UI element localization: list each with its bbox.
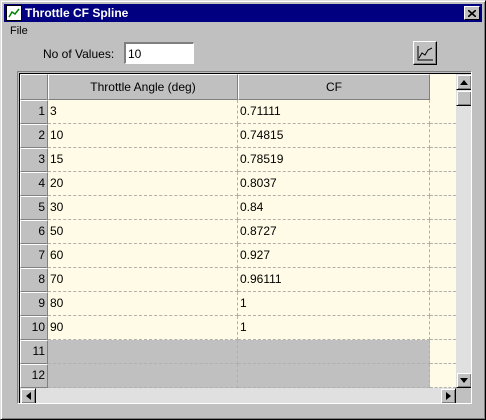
cell-blank xyxy=(430,316,456,340)
chart-button[interactable] xyxy=(413,41,437,65)
cell-cf[interactable]: 0.96111 xyxy=(238,268,430,292)
cell-throttle-angle[interactable] xyxy=(48,340,238,364)
row-header[interactable]: 7 xyxy=(20,244,48,268)
grid-corner[interactable] xyxy=(20,74,48,100)
column-header-cf[interactable]: CF xyxy=(238,74,430,100)
grid-body: Throttle Angle (deg) CF 1 3 0.71111 2 10 0.74… xyxy=(19,73,471,403)
no-of-values-label: No of Values: xyxy=(43,47,115,61)
cell-blank xyxy=(430,244,456,268)
window-title: Throttle CF Spline xyxy=(25,6,129,20)
close-button[interactable] xyxy=(464,6,480,20)
cell-throttle-angle[interactable] xyxy=(48,364,238,388)
row-header[interactable]: 2 xyxy=(20,124,48,148)
cell-blank xyxy=(430,196,456,220)
no-of-values-input[interactable]: 10 xyxy=(124,42,194,64)
cell-blank xyxy=(430,292,456,316)
scrollbar-corner xyxy=(456,388,471,403)
horizontal-scrollbar[interactable] xyxy=(20,388,456,403)
arrow-up-icon xyxy=(460,79,468,85)
cell-cf[interactable]: 1 xyxy=(238,316,430,340)
arrow-left-icon xyxy=(25,392,31,400)
cell-cf[interactable]: 0.8037 xyxy=(238,172,430,196)
row-header[interactable]: 11 xyxy=(20,340,48,364)
cell-throttle-angle[interactable]: 30 xyxy=(48,196,238,220)
scroll-left-button[interactable] xyxy=(20,388,36,403)
row-header[interactable]: 3 xyxy=(20,148,48,172)
row-header[interactable]: 9 xyxy=(20,292,48,316)
title-bar[interactable]: Throttle CF Spline xyxy=(4,4,482,22)
row-header[interactable]: 5 xyxy=(20,196,48,220)
cell-blank xyxy=(430,148,456,172)
cell-blank xyxy=(430,364,456,388)
scroll-up-button[interactable] xyxy=(456,74,471,90)
cell-blank xyxy=(430,100,456,124)
cell-blank xyxy=(430,268,456,292)
scroll-down-button[interactable] xyxy=(456,372,471,388)
row-header[interactable]: 10 xyxy=(20,316,48,340)
cell-blank xyxy=(430,220,456,244)
column-header-blank xyxy=(430,74,456,100)
cell-throttle-angle[interactable]: 90 xyxy=(48,316,238,340)
cell-throttle-angle[interactable]: 80 xyxy=(48,292,238,316)
row-header[interactable]: 6 xyxy=(20,220,48,244)
column-header-throttle-angle[interactable]: Throttle Angle (deg) xyxy=(48,74,238,100)
row-header[interactable]: 4 xyxy=(20,172,48,196)
arrow-down-icon xyxy=(460,377,468,383)
scroll-right-button[interactable] xyxy=(440,388,456,403)
menu-file[interactable]: File xyxy=(10,25,28,37)
cell-cf[interactable] xyxy=(238,364,430,388)
cell-throttle-angle[interactable]: 60 xyxy=(48,244,238,268)
cell-cf[interactable]: 0.74815 xyxy=(238,124,430,148)
cell-throttle-angle[interactable]: 3 xyxy=(48,100,238,124)
cell-throttle-angle[interactable]: 50 xyxy=(48,220,238,244)
line-chart-icon xyxy=(417,46,433,61)
cell-cf[interactable] xyxy=(238,340,430,364)
arrow-right-icon xyxy=(445,392,451,400)
cell-throttle-angle[interactable]: 15 xyxy=(48,148,238,172)
row-header[interactable]: 8 xyxy=(20,268,48,292)
cell-blank xyxy=(430,124,456,148)
vertical-scrollbar[interactable] xyxy=(456,74,471,388)
data-grid: Throttle Angle (deg) CF 1 3 0.71111 2 10 0.74… xyxy=(17,71,472,404)
cell-cf[interactable]: 0.8727 xyxy=(238,220,430,244)
cell-cf[interactable]: 1 xyxy=(238,292,430,316)
cell-throttle-angle[interactable]: 20 xyxy=(48,172,238,196)
close-icon xyxy=(468,9,476,17)
cell-cf[interactable]: 0.927 xyxy=(238,244,430,268)
cell-cf[interactable]: 0.78519 xyxy=(238,148,430,172)
cell-throttle-angle[interactable]: 10 xyxy=(48,124,238,148)
menu-bar: File xyxy=(4,23,482,41)
cell-cf[interactable]: 0.84 xyxy=(238,196,430,220)
cell-throttle-angle[interactable]: 70 xyxy=(48,268,238,292)
row-header[interactable]: 12 xyxy=(20,364,48,388)
cell-blank xyxy=(430,172,456,196)
cell-cf[interactable]: 0.71111 xyxy=(238,100,430,124)
scroll-thumb[interactable] xyxy=(456,90,471,106)
app-icon[interactable] xyxy=(6,5,22,21)
spline-window: Throttle CF Spline File No of Values: 10… xyxy=(0,0,486,420)
cell-blank xyxy=(430,340,456,364)
row-header[interactable]: 1 xyxy=(20,100,48,124)
